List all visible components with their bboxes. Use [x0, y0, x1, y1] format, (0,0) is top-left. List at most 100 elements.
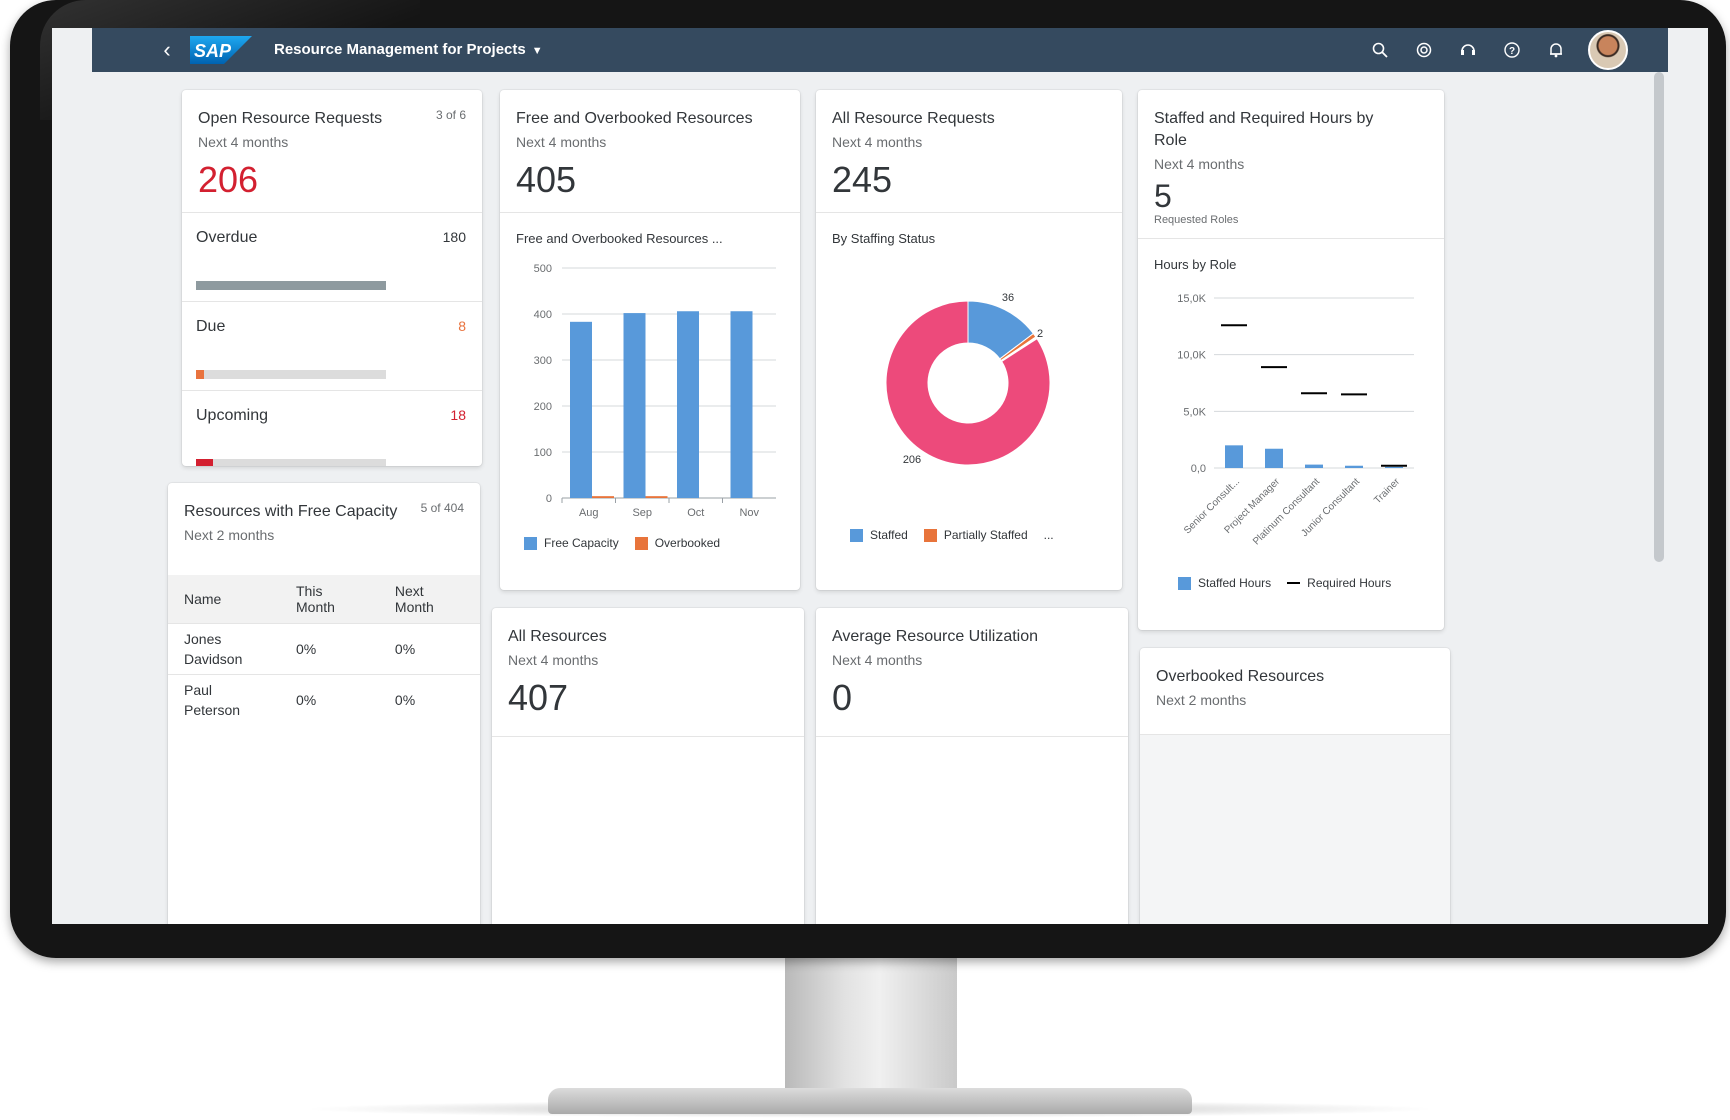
x-tick-label: Sep	[632, 507, 652, 519]
card-subtitle: Next 4 months	[508, 652, 599, 668]
svg-text:?: ?	[1509, 46, 1515, 57]
bar-chart: 0 100 200 300 400 500 Aug Sep Oct Nov	[534, 263, 776, 519]
request-row-due[interactable]: Due 8	[182, 301, 482, 390]
monitor-stand-base	[548, 1088, 1192, 1114]
bar-free-capacity	[730, 311, 753, 498]
app-title-text: Resource Management for Projects	[274, 41, 526, 58]
y-tick-label: 0	[546, 493, 552, 505]
search-icon[interactable]	[1358, 28, 1402, 72]
request-row-upcoming[interactable]: Upcoming 18	[182, 390, 482, 466]
row-label: Due	[196, 318, 226, 335]
next-month-value: 0%	[378, 674, 480, 725]
app-title[interactable]: Resource Management for Projects ▼	[274, 28, 543, 72]
sap-logo-text: SAP	[194, 41, 232, 61]
row-label: Upcoming	[196, 407, 269, 424]
help-icon[interactable]: ?	[1490, 28, 1534, 72]
support-icon[interactable]	[1446, 28, 1490, 72]
data-label: 2	[1037, 328, 1043, 340]
bar-overbooked	[592, 496, 614, 498]
scrollbar[interactable]	[1654, 72, 1664, 924]
card-count: 5 of 404	[420, 501, 464, 515]
bar-staffed-hours	[1225, 445, 1243, 468]
utilization-card[interactable]: Average Resource Utilization Next 4 mont…	[816, 608, 1128, 924]
x-tick-label: Trainer	[1372, 476, 1402, 506]
kpi-value: 206	[198, 159, 259, 200]
divider	[492, 736, 804, 737]
copilot-icon[interactable]	[1402, 28, 1446, 72]
resource-name: Jones Davidson	[168, 623, 280, 675]
monitor-frame: ‹ SAP Resource Management for Projects ▼ …	[10, 0, 1726, 958]
role-chart: 0,05,0K10,0K15,0KSenior Consult...Projec…	[1177, 293, 1414, 547]
kpi-value: 405	[516, 159, 577, 200]
card-title: Staffed and Required Hours by Role	[1154, 110, 1374, 149]
y-tick-label: 0,0	[1191, 463, 1206, 475]
x-tick-label: Nov	[739, 507, 759, 519]
hours-by-role-card[interactable]: Staffed and Required Hours by Role Next …	[1138, 90, 1444, 630]
legend-item-free-capacity[interactable]: Free Capacity	[524, 536, 619, 550]
card-subtitle: Next 4 months	[1154, 156, 1245, 172]
legend-item-overbooked[interactable]: Overbooked	[634, 536, 720, 550]
kpi-value: 407	[508, 677, 569, 718]
resource-name: Paul Peterson	[168, 674, 280, 725]
progress-fill	[196, 370, 204, 379]
y-tick-label: 400	[534, 309, 552, 321]
legend-item-staffed[interactable]: Staffed	[850, 528, 908, 542]
card-title: Open Resource Requests	[198, 110, 383, 127]
back-icon[interactable]: ‹	[154, 36, 180, 64]
notification-icon[interactable]	[1534, 28, 1578, 72]
scroll-thumb[interactable]	[1654, 72, 1664, 562]
request-row-overdue[interactable]: Overdue 180	[182, 212, 482, 301]
this-month-value: 0%	[280, 674, 379, 725]
legend-item-required-hours[interactable]: Required Hours	[1287, 576, 1391, 590]
legend-item-staffed-hours[interactable]: Staffed Hours	[1178, 576, 1271, 590]
bar-staffed-hours	[1385, 466, 1403, 468]
all-requests-card[interactable]: All Resource Requests Next 4 months 245 …	[816, 90, 1122, 590]
legend-more[interactable]: ...	[1044, 528, 1054, 542]
legend-item-partially-staffed[interactable]: Partially Staffed	[923, 528, 1028, 542]
next-month-value: 0%	[378, 623, 480, 675]
overbooked-card[interactable]: Overbooked Resources Next 2 months	[1140, 648, 1450, 924]
progress-bar	[196, 459, 386, 466]
this-month-value: 0%	[280, 623, 379, 675]
y-tick-label: 10,0K	[1177, 350, 1206, 362]
y-tick-label: 200	[534, 401, 552, 413]
free-overbooked-card[interactable]: Free and Overbooked Resources Next 4 mon…	[500, 90, 800, 590]
kpi-value: 245	[832, 159, 893, 200]
data-label: 36	[1002, 292, 1014, 304]
legend-label: Staffed Hours	[1198, 576, 1272, 590]
card-subtitle: Next 4 months	[198, 134, 289, 150]
bar-staffed-hours	[1345, 465, 1363, 468]
kpi-value: 0	[832, 677, 853, 718]
kpi-caption: Requested Roles	[1154, 214, 1239, 226]
legend-label: Required Hours	[1307, 576, 1392, 590]
avatar[interactable]	[1588, 30, 1628, 70]
progress-fill	[196, 281, 386, 290]
y-tick-label: 15,0K	[1177, 293, 1206, 305]
row-label: Overdue	[196, 229, 258, 246]
monitor-stand-neck	[785, 958, 957, 1090]
x-tick-label: Platinum Consultant	[1251, 476, 1322, 547]
card-subtitle: Next 2 months	[184, 527, 275, 543]
progress-bar	[196, 281, 386, 290]
sap-logo[interactable]: SAP	[190, 36, 252, 64]
free-capacity-card[interactable]: Resources with Free Capacity 5 of 404 Ne…	[168, 483, 480, 924]
free-capacity-table: Name This Month Next Month Jones Davidso…	[168, 575, 480, 725]
column-header-name[interactable]: Name	[168, 575, 280, 624]
legend-line	[1287, 582, 1301, 584]
kpi-value: 5	[1154, 178, 1172, 214]
table-row[interactable]: Paul Peterson 0% 0%	[168, 674, 480, 725]
bar-staffed-hours	[1305, 464, 1323, 468]
chart-legend: Staffed Hours Required Hours	[1178, 576, 1407, 590]
bar-staffed-hours	[1265, 448, 1283, 468]
column-header-next-month[interactable]: Next Month	[378, 575, 480, 624]
all-resources-card[interactable]: All Resources Next 4 months 407	[492, 608, 804, 924]
shell-actions: ?	[1358, 28, 1628, 72]
legend-label: Partially Staffed	[943, 528, 1028, 542]
column-header-this-month[interactable]: This Month	[280, 575, 379, 624]
chart-title: By Staffing Status	[832, 231, 936, 246]
progress-bar	[196, 370, 386, 379]
row-value: 18	[450, 407, 466, 423]
open-requests-card[interactable]: Open Resource Requests 3 of 6 Next 4 mon…	[182, 90, 482, 466]
divider	[816, 736, 1128, 737]
table-row[interactable]: Jones Davidson 0% 0%	[168, 623, 480, 675]
